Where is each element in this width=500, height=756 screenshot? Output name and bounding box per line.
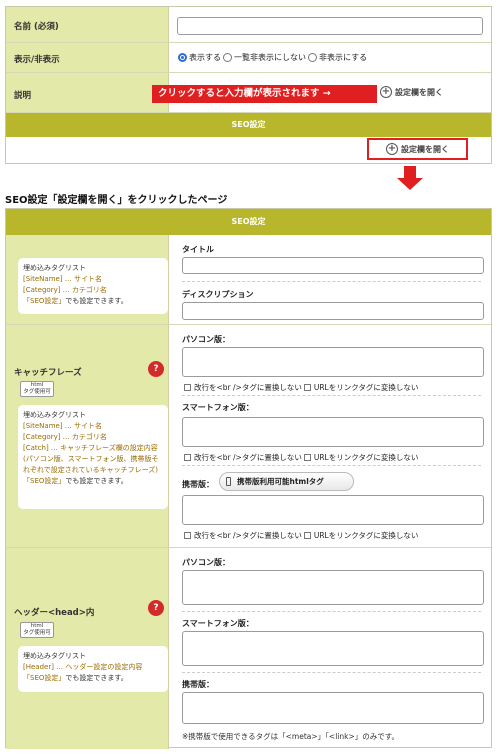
catchphrase-mobile-input[interactable] [182, 495, 484, 525]
radio-show[interactable] [178, 53, 187, 62]
description-label: ディスクリプション [182, 290, 254, 299]
title-label: タイトル [182, 245, 214, 254]
head-sp-input[interactable] [182, 631, 484, 666]
radio-hide-label: 非表示にする [319, 53, 368, 62]
seo-row-header: ヘッダー<head>内 ? html タグ使用可 埋め込みタグリスト [Heade… [6, 548, 491, 749]
open-settings-link[interactable]: + 設定欄を開く [380, 86, 443, 98]
mobile-label: 携帯版： [182, 680, 214, 689]
name-row: 名前 (必須) [6, 7, 491, 43]
sp-label: スマートフォン版： [182, 403, 254, 412]
open-settings-link-2[interactable]: + 設定欄を開く [367, 138, 468, 160]
checkbox-url-pc[interactable] [303, 384, 311, 391]
checkbox-br-sp[interactable] [184, 454, 191, 461]
embed-tag-box-3: 埋め込みタグリスト [Header] … ヘッダー設定の設定内容 「SEO設定」… [18, 646, 168, 692]
checkbox-url-sp[interactable] [303, 454, 311, 461]
description-input[interactable] [182, 302, 484, 320]
desc-label: 説明 [14, 91, 32, 101]
radio-list-hide[interactable] [223, 53, 232, 62]
title-input[interactable] [182, 257, 484, 274]
plus-circle-icon: + [380, 86, 392, 98]
display-row: 表示/非表示 表示する 一覧非表示にしない 非表示にする [6, 43, 491, 73]
head-label: ヘッダー<head>内 [14, 608, 95, 618]
caption: SEO設定「設定欄を開く」をクリックしたページ [5, 195, 228, 206]
head-pc-input[interactable] [182, 570, 484, 605]
catchphrase-pc-input[interactable] [182, 347, 484, 377]
catchphrase-label: キャッチフレーズ [14, 368, 82, 378]
name-input[interactable] [177, 17, 483, 35]
html-tag-icon: html タグ使用可 [20, 381, 54, 397]
name-label: 名前 (必須) [14, 22, 59, 32]
checkbox-url-mobile[interactable] [303, 532, 311, 539]
seo-panel-header: SEO設定 [6, 209, 491, 235]
display-label: 表示/非表示 [14, 55, 60, 65]
pc-label: パソコン版： [182, 558, 230, 567]
desc-row: 説明 クリックすると入力欄が表示されます → + 設定欄を開く [6, 73, 491, 113]
top-form-panel: 名前 (必須) 表示/非表示 表示する 一覧非表示にしない 非表示にする 説明 … [5, 6, 492, 164]
seo-row-title: 埋め込みタグリスト [SiteName] … サイト名 [Category] …… [6, 235, 491, 325]
embed-tag-box-2: 埋め込みタグリスト [SiteName] … サイト名 [Category] …… [18, 405, 168, 509]
radio-show-label: 表示する [189, 53, 221, 62]
seo-panel: SEO設定 埋め込みタグリスト [SiteName] … サイト名 [Categ… [5, 208, 492, 749]
mobile-html-tags-button[interactable]: 携帯版利用可能htmlタグ [219, 472, 354, 491]
seo-row-catchphrase: キャッチフレーズ ? html タグ使用可 埋め込みタグリスト [SiteName… [6, 325, 491, 548]
pc-label: パソコン版： [182, 335, 230, 344]
mobile-tag-note: ※携帯版で使用できるタグは「<meta>」「<link>」のみです。 [182, 732, 399, 741]
callout-banner: クリックすると入力欄が表示されます → [152, 85, 377, 103]
html-tag-icon: html タグ使用可 [20, 622, 54, 638]
radio-hide[interactable] [308, 53, 317, 62]
embed-tag-box-1: 埋め込みタグリスト [SiteName] … サイト名 [Category] …… [18, 258, 168, 314]
checkbox-br-mobile[interactable] [184, 532, 191, 539]
phone-icon [226, 477, 231, 486]
mobile-label: 携帯版： [182, 480, 214, 489]
help-icon[interactable]: ? [148, 600, 164, 616]
sp-label: スマートフォン版： [182, 619, 254, 628]
seo-bar-collapsed: SEO設定 [6, 113, 491, 137]
catchphrase-sp-input[interactable] [182, 417, 484, 447]
head-mobile-input[interactable] [182, 692, 484, 724]
radio-list-hide-label: 一覧非表示にしない [234, 53, 306, 62]
checkbox-br-pc[interactable] [184, 384, 191, 391]
plus-circle-icon: + [386, 143, 398, 155]
help-icon[interactable]: ? [148, 361, 164, 377]
